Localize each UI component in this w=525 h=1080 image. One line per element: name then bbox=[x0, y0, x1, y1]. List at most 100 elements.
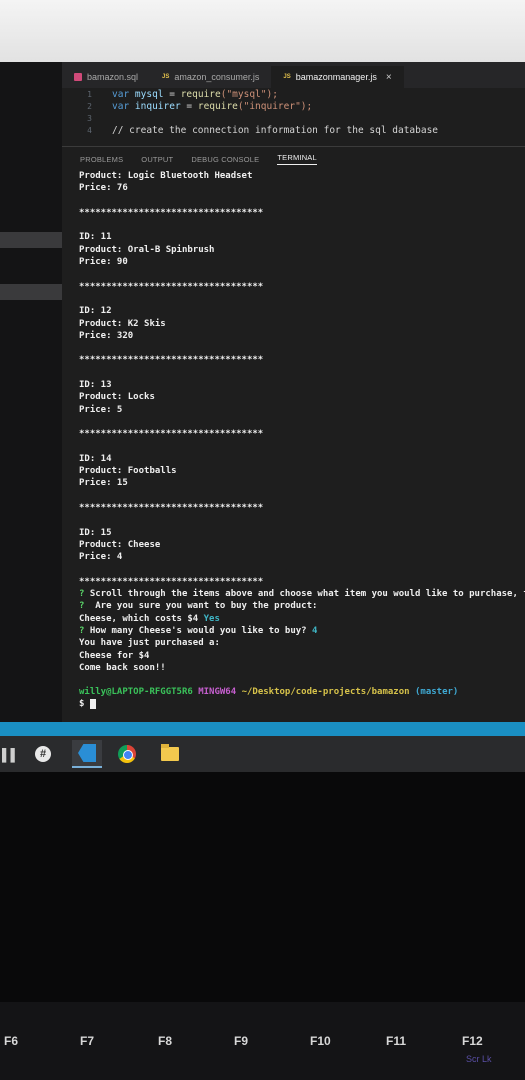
prompt-answer: 4 bbox=[306, 625, 318, 636]
git-branch: (master) bbox=[414, 687, 459, 698]
tab-problems[interactable]: PROBLEMS bbox=[80, 155, 123, 164]
terminal-line: Price: 90 bbox=[79, 257, 128, 268]
tab-amazon-consumer[interactable]: JS amazon_consumer.js bbox=[150, 66, 271, 88]
prompt-text: Scroll through the items above and choos… bbox=[84, 589, 525, 600]
line-number: 1 bbox=[87, 89, 92, 99]
terminal-line: Price: 4 bbox=[79, 552, 123, 563]
terminal-line: ID: 11 bbox=[79, 232, 112, 243]
prompt-text: Cheese, which costs $4 bbox=[79, 613, 199, 624]
code-argument: ("inquirer"); bbox=[237, 100, 313, 112]
terminal-line: Price: 15 bbox=[79, 478, 128, 489]
shell-env: MINGW64 bbox=[198, 687, 237, 698]
tab-output[interactable]: OUTPUT bbox=[141, 155, 173, 164]
line-number: 2 bbox=[87, 101, 92, 111]
shell-path: ~/Desktop/code-projects/bamazon bbox=[241, 687, 410, 698]
activity-sidebar bbox=[0, 62, 62, 722]
terminal-line: ********************************** bbox=[79, 281, 264, 292]
laptop-bezel bbox=[0, 772, 525, 1002]
terminal-line: Price: 320 bbox=[79, 330, 134, 341]
prompt-text: How many Cheese's would you like to buy? bbox=[84, 625, 307, 636]
chrome-button[interactable] bbox=[112, 740, 142, 768]
terminal-prompt-line: ? How many Cheese's would you like to bu… bbox=[79, 625, 525, 637]
shell-input-line[interactable]: $ bbox=[79, 698, 525, 710]
code-comment: // create the connection information for… bbox=[112, 124, 439, 136]
keyboard-function-row: F6 F7 F8 F9 F10 F11 F12 Scr Lk bbox=[0, 1002, 525, 1080]
tab-bamazonmanager[interactable]: JS bamazonmanager.js × bbox=[271, 66, 404, 88]
js-file-icon: JS bbox=[162, 74, 170, 80]
key-f12-sublabel: Scr Lk bbox=[466, 1054, 492, 1064]
sidebar-highlight bbox=[0, 284, 62, 300]
terminal-prompt-line: Cheese, which costs $4 Yes bbox=[79, 613, 525, 625]
terminal-line: ID: 13 bbox=[79, 380, 112, 391]
close-icon[interactable]: × bbox=[386, 72, 392, 83]
key-f7[interactable]: F7 bbox=[80, 1034, 94, 1048]
key-f11[interactable]: F11 bbox=[386, 1034, 406, 1048]
chrome-icon bbox=[118, 745, 136, 763]
terminal-line: Product: Locks bbox=[79, 392, 155, 403]
key-f9[interactable]: F9 bbox=[234, 1034, 248, 1048]
key-f10[interactable]: F10 bbox=[310, 1034, 331, 1048]
panel-tab-bar: PROBLEMS OUTPUT DEBUG CONSOLE TERMINAL bbox=[62, 146, 525, 171]
terminal-prompt-line: ? Are you sure you want to buy the produ… bbox=[79, 600, 525, 612]
tab-label: amazon_consumer.js bbox=[174, 72, 260, 82]
code-operator: = bbox=[163, 88, 181, 100]
terminal-line: Price: 76 bbox=[79, 183, 128, 194]
terminal-cursor bbox=[89, 698, 96, 709]
code-function: require bbox=[197, 100, 238, 112]
terminal-line: ********************************** bbox=[79, 355, 264, 366]
tab-terminal[interactable]: TERMINAL bbox=[277, 153, 317, 165]
key-f8[interactable]: F8 bbox=[158, 1034, 172, 1048]
code-keyword: var bbox=[112, 100, 130, 112]
terminal-line: Product: K2 Skis bbox=[79, 318, 166, 329]
terminal-output[interactable]: Product: Logic Bluetooth Headset Price: 7… bbox=[62, 170, 525, 722]
code-line: 1 var mysql = require("mysql"); bbox=[62, 88, 525, 100]
terminal-line: Product: Footballs bbox=[79, 466, 177, 477]
terminal-line: ********************************** bbox=[79, 429, 264, 440]
task-view-icon[interactable]: ▌▌ bbox=[2, 748, 19, 762]
file-explorer-icon bbox=[161, 744, 179, 761]
terminal-line: ID: 15 bbox=[79, 527, 112, 538]
line-number: 4 bbox=[87, 125, 92, 135]
vscode-button[interactable] bbox=[72, 740, 102, 768]
code-line: 2 var inquirer = require("inquirer"); bbox=[62, 100, 525, 112]
prompt-text: Are you sure you want to buy the product… bbox=[84, 601, 318, 612]
sql-file-icon bbox=[74, 73, 82, 81]
slack-button[interactable]: # bbox=[28, 740, 58, 768]
prompt-text: You have just purchased a: bbox=[79, 638, 220, 649]
tab-debug-console[interactable]: DEBUG CONSOLE bbox=[191, 155, 259, 164]
key-f6[interactable]: F6 bbox=[4, 1034, 18, 1048]
terminal-line: ID: 14 bbox=[79, 453, 112, 464]
tab-bamazon-sql[interactable]: bamazon.sql bbox=[62, 66, 150, 88]
terminal-line: ********************************** bbox=[79, 576, 264, 587]
terminal-line: Product: Oral-B Spinbrush bbox=[79, 244, 215, 255]
slack-icon: # bbox=[35, 746, 51, 762]
shell-user: willy@LAPTOP-RFGGT5R6 bbox=[79, 687, 193, 698]
line-number: 3 bbox=[87, 113, 92, 123]
prompt-text: Cheese for $4 bbox=[79, 650, 150, 661]
background-wall bbox=[0, 0, 525, 62]
sidebar-highlight bbox=[0, 232, 62, 248]
code-function: require bbox=[180, 88, 221, 100]
prompt-text: Come back soon!! bbox=[79, 662, 166, 673]
terminal-prompt-line: Cheese for $4 bbox=[79, 650, 525, 662]
terminal-prompt-line: ? Scroll through the items above and cho… bbox=[79, 588, 525, 600]
code-variable: mysql bbox=[134, 88, 164, 100]
terminal-line: Product: Cheese bbox=[79, 539, 161, 550]
terminal-line: Price: 5 bbox=[79, 404, 123, 415]
file-explorer-button[interactable] bbox=[155, 740, 185, 768]
code-editor[interactable]: 1 var mysql = require("mysql"); 2 var in… bbox=[62, 88, 525, 146]
tab-label: bamazon.sql bbox=[87, 72, 139, 82]
tab-label: bamazonmanager.js bbox=[295, 72, 377, 82]
terminal-line: ********************************** bbox=[79, 503, 264, 514]
vscode-icon bbox=[78, 744, 96, 762]
key-f12[interactable]: F12 bbox=[462, 1034, 483, 1048]
